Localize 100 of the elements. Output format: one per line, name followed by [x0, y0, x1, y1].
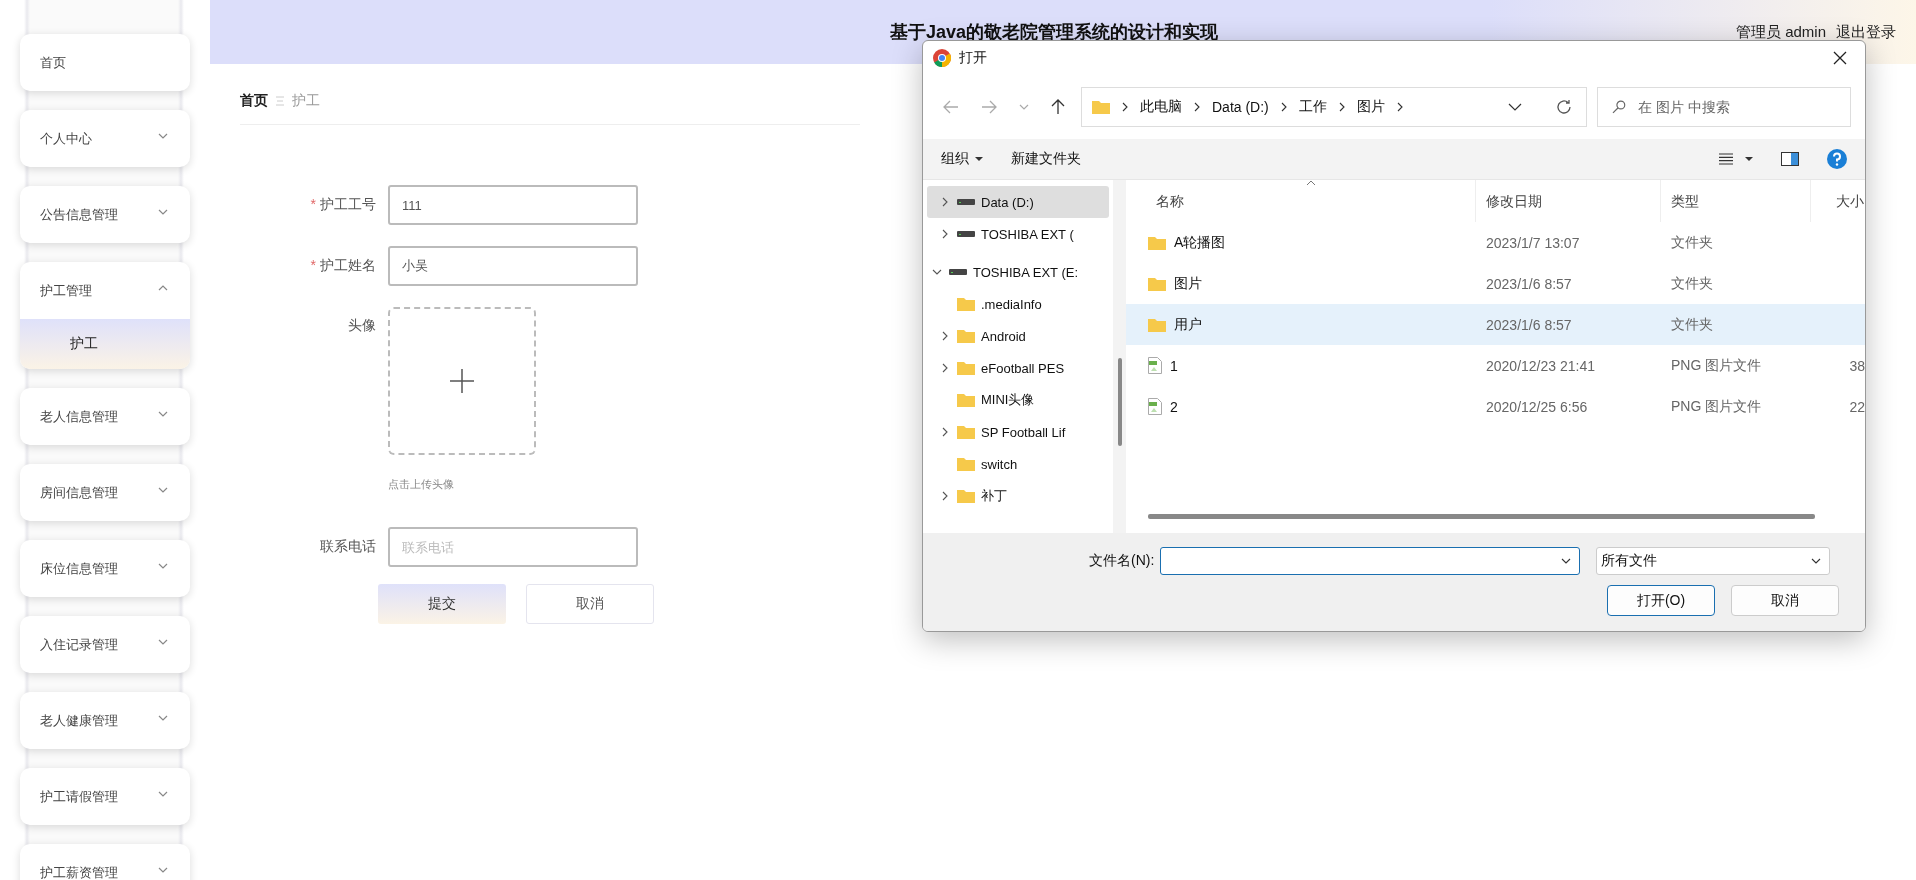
chevron-right-icon[interactable]	[940, 491, 950, 501]
breadcrumb-link[interactable]: 首页	[240, 92, 268, 110]
column-header[interactable]: 类型	[1661, 180, 1811, 222]
menu-item[interactable]: 床位信息管理	[20, 540, 190, 597]
file-type: 文件夹	[1670, 315, 1714, 334]
refresh-icon[interactable]	[1556, 99, 1572, 115]
chevron-right-icon	[1122, 102, 1128, 112]
cancel-button[interactable]: 取消	[526, 584, 654, 624]
menu-item[interactable]: 护工薪资管理	[20, 844, 190, 880]
required-mark: *	[310, 257, 316, 273]
menu-item[interactable]: 首页	[20, 34, 190, 91]
folder-icon	[957, 329, 975, 343]
tree-item[interactable]: .mediaInfo	[927, 288, 1109, 320]
tree-item[interactable]: TOSHIBA EXT (E:	[927, 256, 1109, 288]
tree-item[interactable]: Data (D:)	[927, 186, 1109, 218]
tree-item[interactable]: TOSHIBA EXT (	[927, 218, 1109, 250]
input-field[interactable]: 小吴	[388, 246, 638, 286]
file-type: 文件夹	[1670, 233, 1714, 252]
submenu-item[interactable]: 护工	[20, 319, 190, 369]
menu-item[interactable]: 老人信息管理	[20, 388, 190, 445]
file-date: 2020/12/23 21:41	[1485, 357, 1596, 374]
file-name: 2	[1170, 398, 1178, 415]
menu-item[interactable]: 老人健康管理	[20, 692, 190, 749]
caret-icon	[158, 638, 168, 645]
filename-field[interactable]	[1160, 547, 1581, 575]
dialog-title: 打开	[959, 49, 987, 67]
menu-item[interactable]: 护工管理	[20, 262, 190, 319]
menu-item[interactable]: 公告信息管理	[20, 186, 190, 243]
column-header[interactable]: 名称	[1126, 180, 1476, 222]
chevron-down-icon	[1811, 558, 1822, 564]
column-header[interactable]: 修改日期	[1476, 180, 1661, 222]
path-segment[interactable]: 此电脑	[1140, 98, 1182, 116]
scrollbar-thumb[interactable]	[1148, 514, 1815, 519]
file-row[interactable]: 1 2020/12/23 21:41 PNG 图片文件 38	[1126, 345, 1865, 386]
caret-icon	[158, 132, 168, 139]
path-segment[interactable]: 工作	[1298, 98, 1327, 116]
organize-button[interactable]: 组织	[933, 150, 991, 168]
chevron-down-icon[interactable]	[1508, 103, 1522, 111]
tree-item[interactable]: MINI头像	[927, 384, 1109, 416]
chevron-right-icon[interactable]	[940, 331, 950, 341]
filetype-dropdown[interactable]: 所有文件	[1596, 547, 1831, 575]
help-icon[interactable]	[1827, 149, 1847, 169]
file-row[interactable]: 图片 2023/1/6 8:57 文件夹	[1126, 263, 1865, 304]
column-header[interactable]: 大小	[1811, 180, 1865, 222]
chevron-right-icon[interactable]	[940, 197, 950, 207]
chevron-down-icon[interactable]	[932, 267, 942, 277]
sort-caret-icon	[1306, 180, 1316, 186]
plus-icon	[450, 369, 474, 393]
menu-item[interactable]: 入住记录管理	[20, 616, 190, 673]
filename-label: 文件名(N):	[1089, 552, 1155, 570]
file-date: 2023/1/6 8:57	[1485, 316, 1573, 333]
file-date: 2020/12/25 6:56	[1485, 398, 1589, 415]
preview-pane-icon[interactable]	[1781, 152, 1799, 166]
file-name: 图片	[1174, 274, 1202, 293]
folder-icon	[957, 361, 975, 375]
tree-item[interactable]: eFootball PES	[927, 352, 1109, 384]
submit-button[interactable]: 提交	[378, 584, 506, 624]
cancel-button[interactable]: 取消	[1731, 585, 1839, 616]
folder-icon	[957, 425, 975, 439]
field-label: 护工姓名	[320, 257, 376, 273]
folder-icon	[957, 297, 975, 311]
close-icon[interactable]	[1833, 51, 1847, 65]
image-file-icon	[1148, 398, 1162, 415]
folder-icon	[1148, 317, 1166, 332]
tree-item[interactable]: switch	[927, 448, 1109, 480]
tree-item[interactable]: 补丁	[927, 480, 1109, 512]
search-field[interactable]: 在 图片 中搜索	[1597, 87, 1851, 127]
chevron-right-icon	[1338, 102, 1345, 112]
file-name: 用户	[1174, 315, 1202, 334]
menu-item[interactable]: 护工请假管理	[20, 768, 190, 825]
folder-icon	[957, 393, 975, 407]
menu-item[interactable]: 个人中心	[20, 110, 190, 167]
file-type: PNG 图片文件	[1670, 397, 1763, 416]
open-button[interactable]: 打开(O)	[1607, 585, 1715, 616]
chevron-down-icon	[1561, 558, 1572, 564]
new-folder-button[interactable]: 新建文件夹	[1003, 150, 1089, 168]
path-segment[interactable]: 图片	[1356, 98, 1385, 116]
menu-item[interactable]: 房间信息管理	[20, 464, 190, 521]
input-field[interactable]: 联系电话	[388, 527, 638, 567]
scrollbar-thumb[interactable]	[1118, 358, 1122, 446]
up-arrow-icon[interactable]	[1051, 99, 1065, 115]
chevron-right-icon[interactable]	[940, 229, 950, 239]
file-row[interactable]: 2 2020/12/25 6:56 PNG 图片文件 22	[1126, 386, 1865, 427]
input-field[interactable]: 111	[388, 185, 638, 225]
address-bar[interactable]: 此电脑 Data (D:) 工作 图片	[1081, 87, 1587, 127]
caret-icon[interactable]	[1745, 157, 1753, 161]
caret-icon	[158, 790, 168, 797]
chevron-right-icon	[1396, 102, 1403, 112]
list-view-icon[interactable]	[1719, 153, 1733, 165]
file-type: PNG 图片文件	[1670, 356, 1763, 375]
logout-link[interactable]: 退出登录	[1836, 22, 1896, 42]
chevron-right-icon[interactable]	[940, 363, 950, 373]
tree-item[interactable]: SP Football Lif	[927, 416, 1109, 448]
chevron-right-icon[interactable]	[940, 427, 950, 437]
path-segment[interactable]: Data (D:)	[1212, 99, 1269, 115]
file-row[interactable]: 用户 2023/1/6 8:57 文件夹	[1126, 304, 1865, 345]
upload-hint: 点击上传头像	[388, 477, 455, 492]
tree-item[interactable]: Android	[927, 320, 1109, 352]
caret-icon	[158, 866, 168, 873]
file-row[interactable]: A轮播图 2023/1/7 13:07 文件夹	[1126, 222, 1865, 263]
